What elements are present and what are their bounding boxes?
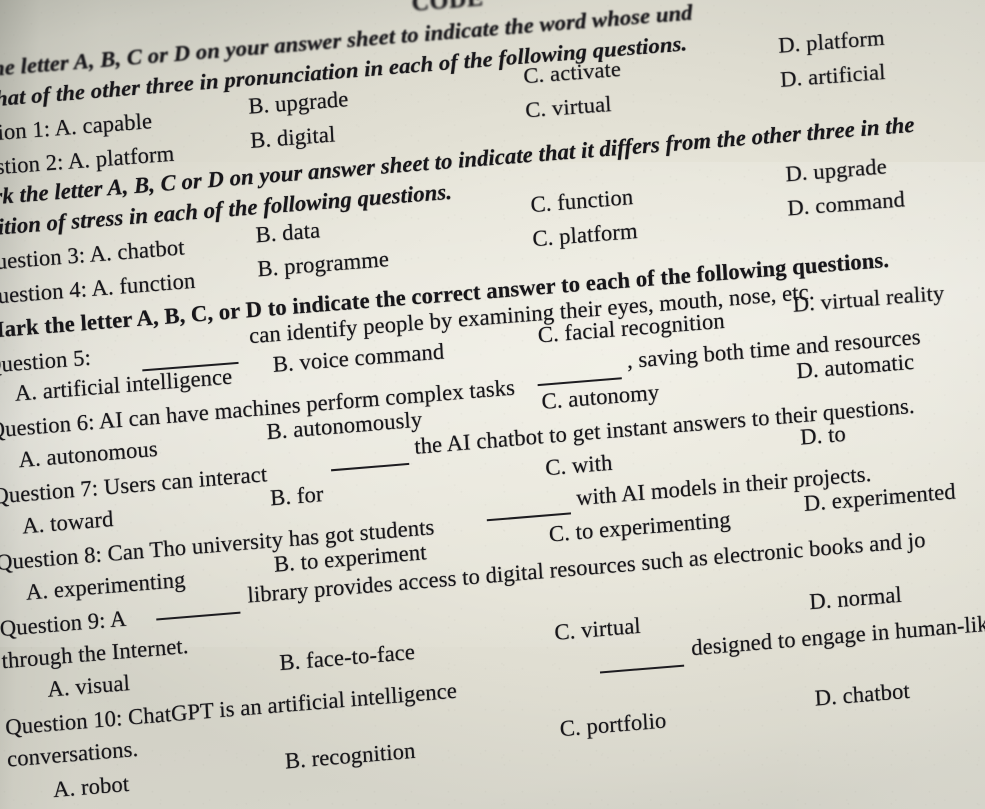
question-7-option-c: C. with <box>544 449 614 481</box>
question-7-option-d: D. to <box>799 420 847 450</box>
question-5-option-b: B. voice command <box>272 338 445 377</box>
question-7-option-b: B. for <box>269 480 325 511</box>
question-10-blank[interactable] <box>599 651 685 674</box>
question-5-option-d: D. virtual reality <box>792 279 945 317</box>
question-1-option-d: D. platform <box>777 24 886 58</box>
question-9-option-a: A. visual <box>46 669 131 702</box>
page-code-header: CODE <box>410 0 485 18</box>
question-9-option-d: D. normal <box>808 581 903 615</box>
question-7-option-a: A. toward <box>21 505 115 539</box>
question-1-option-c: C. activate <box>522 55 622 89</box>
question-7-blank[interactable] <box>330 449 410 472</box>
question-9-option-c: C. virtual <box>553 612 642 645</box>
question-10-stem-tail: designed to engage in human-like <box>690 609 985 661</box>
question-5-label: Question 5: <box>0 344 92 378</box>
question-9-option-b: B. face-to-face <box>278 638 416 676</box>
question-3-option-b: B. data <box>254 217 321 248</box>
question-8-option-a: A. experimenting <box>25 566 187 605</box>
question-4-option-d: D. command <box>786 186 906 221</box>
question-1-option-b: B. upgrade <box>247 85 349 119</box>
question-9-stem: Question 9: A <box>0 605 128 642</box>
question-10-stem-continuation: conversations. <box>6 735 139 772</box>
question-10-option-c: C. portfolio <box>559 707 667 742</box>
printed-text-plane: CODE k the letter A, B, C or D on your a… <box>0 0 985 809</box>
exam-paper-photo: CODE k the letter A, B, C or D on your a… <box>0 0 985 809</box>
question-8-option-c: C. to experimenting <box>548 506 732 547</box>
question-4-option-b: B. programme <box>256 245 390 282</box>
question-6-option-a: A. autonomous <box>17 435 159 473</box>
question-9-stem-continuation: through the Internet. <box>0 632 190 674</box>
question-2-option-b: B. digital <box>249 121 336 153</box>
question-2-option-d: D. artificial <box>779 58 887 93</box>
question-10-option-d: D. chatbot <box>814 677 911 711</box>
question-9-blank[interactable] <box>155 598 241 621</box>
question-3-stem: Question 3: A. chatbot <box>0 234 186 276</box>
question-3-option-d: D. upgrade <box>784 153 888 187</box>
question-1-stem: estion 1: A. capable <box>0 108 153 147</box>
question-3-option-c: C. function <box>529 183 634 218</box>
question-8-blank[interactable] <box>486 499 572 522</box>
question-10-option-b: B. recognition <box>284 737 417 774</box>
question-2-option-c: C. virtual <box>524 91 613 123</box>
question-4-option-c: C. platform <box>531 217 639 252</box>
question-10-option-a: A. robot <box>52 770 130 803</box>
question-6-option-c: C. autonomy <box>540 379 660 415</box>
